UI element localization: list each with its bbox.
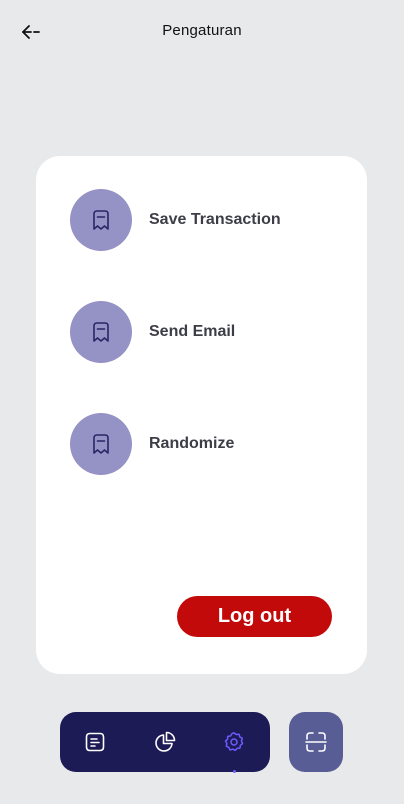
menu-item-label: Save Transaction <box>149 211 281 228</box>
page-title: Pengaturan <box>162 22 242 39</box>
settings-card: Save Transaction Send Email Randomize Lo… <box>36 156 367 674</box>
receipt-icon <box>93 434 109 454</box>
menu-icon-circle <box>70 413 132 475</box>
menu-item-send-email[interactable]: Send Email <box>70 301 235 363</box>
logout-button[interactable]: Log out <box>177 596 332 637</box>
nav-item-transactions[interactable] <box>81 728 109 756</box>
bottom-nav <box>60 712 270 773</box>
receipt-icon <box>93 210 109 230</box>
menu-icon-circle <box>70 301 132 363</box>
gear-icon <box>224 732 244 752</box>
receipt-icon <box>93 322 109 342</box>
scan-icon <box>305 732 327 752</box>
nav-item-statistics[interactable] <box>151 728 179 756</box>
menu-item-randomize[interactable]: Randomize <box>70 413 234 475</box>
active-indicator <box>233 770 236 773</box>
menu-icon-circle <box>70 189 132 251</box>
scan-button[interactable] <box>289 712 343 772</box>
menu-item-label: Randomize <box>149 435 235 452</box>
header: Pengaturan <box>0 0 404 64</box>
menu-item-label: Send Email <box>149 323 236 340</box>
document-list-icon <box>85 732 105 752</box>
nav-item-settings[interactable] <box>220 728 248 773</box>
pie-chart-icon <box>155 731 176 752</box>
menu-item-save-transaction[interactable]: Save Transaction <box>70 189 281 251</box>
